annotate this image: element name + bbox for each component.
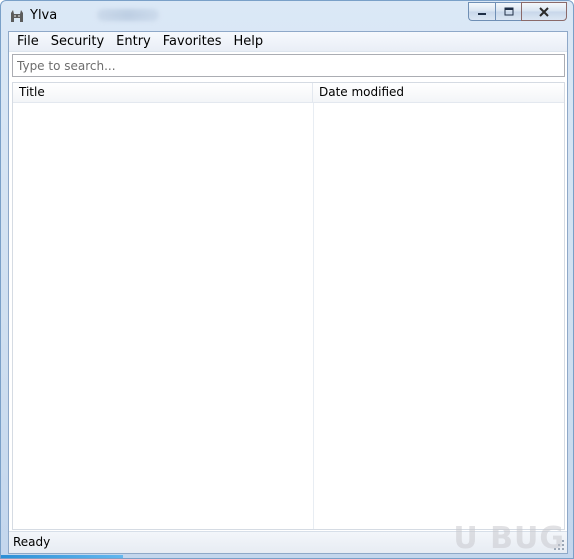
search-input[interactable] — [13, 55, 564, 77]
ylva-cat-icon — [11, 10, 23, 22]
menu-help[interactable]: Help — [227, 33, 269, 51]
column-header-date-modified[interactable]: Date modified — [313, 83, 564, 103]
status-bar: Ready — [9, 531, 567, 553]
menu-file[interactable]: File — [11, 33, 45, 51]
column-header-title[interactable]: Title — [13, 83, 313, 103]
entry-list[interactable]: Title Date modified — [12, 82, 565, 530]
minimize-button[interactable] — [468, 2, 495, 21]
caption-buttons — [468, 2, 567, 21]
list-header: Title Date modified — [13, 83, 564, 103]
menu-bar: File Security Entry Favorites Help — [9, 32, 567, 52]
menu-security[interactable]: Security — [45, 33, 110, 51]
taskbar-progress-strip — [1, 555, 123, 558]
close-button[interactable] — [521, 2, 567, 21]
client-area: File Security Entry Favorites Help Title… — [8, 31, 568, 554]
menu-favorites[interactable]: Favorites — [157, 33, 228, 51]
app-window: Ylva File Security Entry Favorites Help … — [0, 0, 574, 559]
title-bar[interactable]: Ylva — [1, 1, 573, 31]
maximize-button[interactable] — [495, 2, 521, 21]
column-divider — [313, 103, 314, 529]
resize-grip-icon[interactable] — [553, 539, 565, 551]
menu-entry[interactable]: Entry — [110, 33, 157, 51]
minimize-icon — [478, 12, 486, 15]
maximize-icon — [504, 7, 513, 16]
status-text: Ready — [13, 535, 51, 549]
window-title: Ylva — [30, 8, 58, 23]
close-icon — [539, 6, 549, 17]
search-box — [12, 54, 565, 77]
title-blurred-region — [97, 9, 159, 21]
